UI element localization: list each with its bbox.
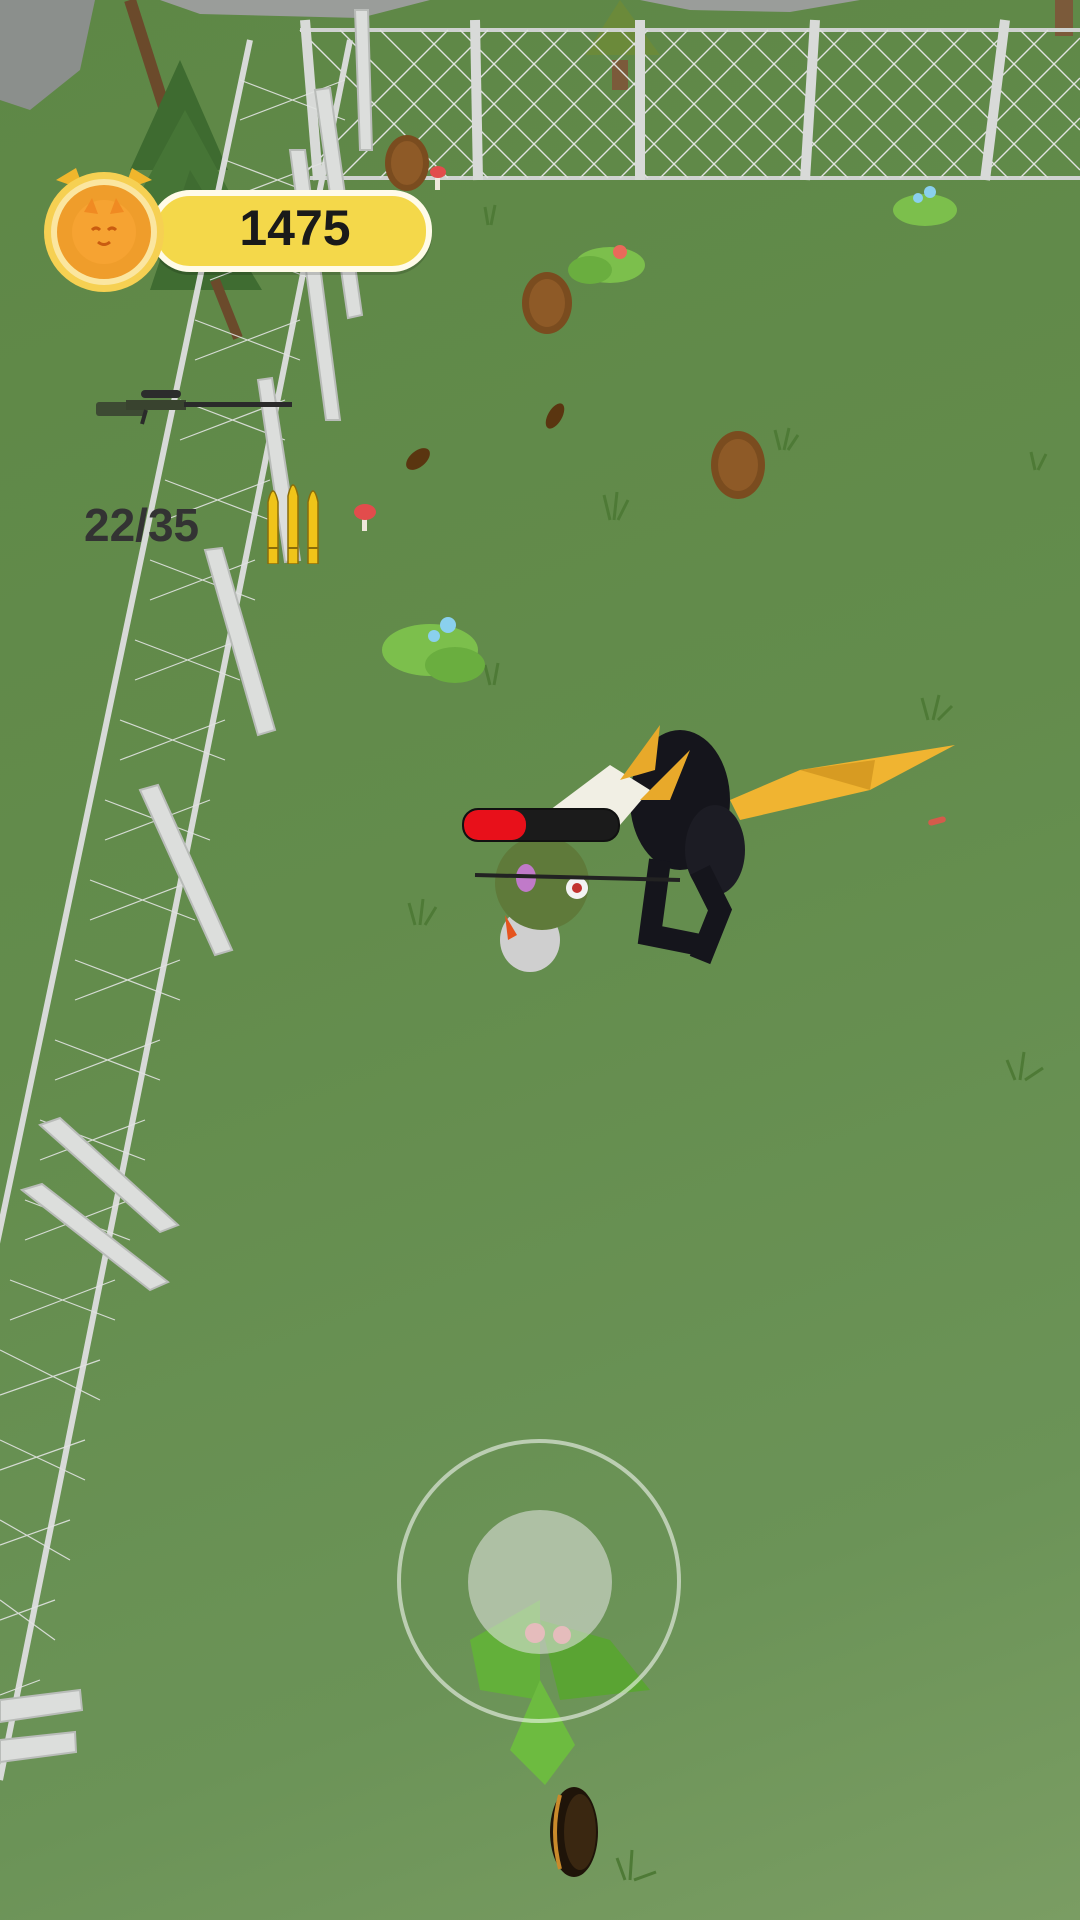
ground-coin xyxy=(550,1787,598,1877)
ground-coin xyxy=(406,448,430,470)
ammo-counter: 22/35 xyxy=(84,499,200,551)
player-health-fill xyxy=(464,810,526,840)
rock xyxy=(640,0,860,12)
flower-bush xyxy=(568,245,645,284)
rock xyxy=(160,0,430,18)
player-health-bar xyxy=(462,808,620,842)
pine-tree xyxy=(585,0,660,90)
coin-count: 1475 xyxy=(239,200,351,256)
ground-coin xyxy=(522,272,572,334)
bullets-icon xyxy=(267,484,319,564)
joystick-knob[interactable] xyxy=(468,1510,612,1654)
enemy-monster xyxy=(550,725,955,965)
bullet-casing xyxy=(928,816,946,826)
mushroom xyxy=(354,504,376,531)
flower-bush xyxy=(893,186,957,226)
sniper-rifle-icon xyxy=(96,390,292,425)
flower-bush xyxy=(382,617,485,683)
cat-coin-icon xyxy=(44,168,164,292)
rock xyxy=(0,0,95,110)
ground-coin xyxy=(711,431,765,499)
ground-coin xyxy=(385,135,429,191)
ground-coin xyxy=(545,403,565,429)
